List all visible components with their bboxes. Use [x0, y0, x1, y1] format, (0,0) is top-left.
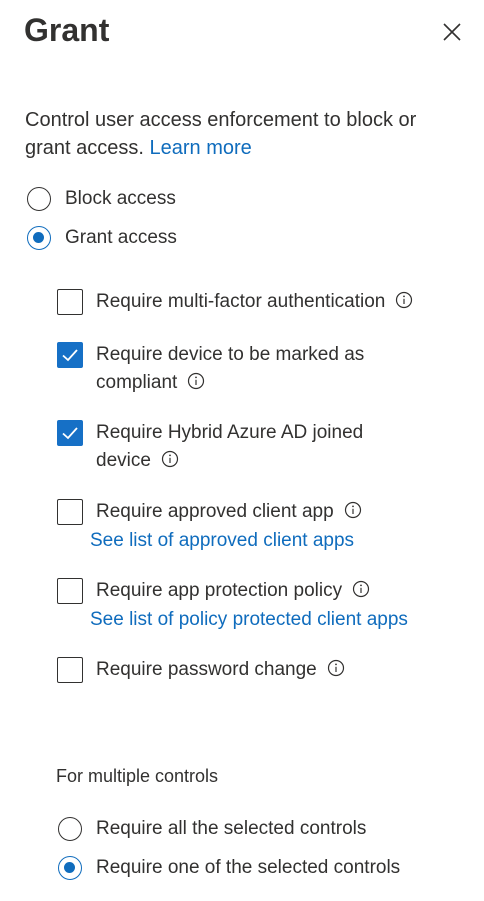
block-access-radio[interactable]: Block access [27, 187, 176, 211]
close-button[interactable] [436, 16, 468, 48]
approved-client-app-checkbox[interactable] [57, 499, 83, 525]
mfa-checkbox[interactable] [57, 289, 83, 315]
app-protection-policy-checkbox[interactable] [57, 578, 83, 604]
checkmark-icon [62, 349, 78, 362]
radio-label: Require one of the selected controls [96, 857, 401, 878]
policy-protected-apps-link[interactable]: See list of policy protected client apps [90, 606, 408, 634]
radio-circle-selected [27, 226, 51, 250]
require-all-radio[interactable]: Require all the selected controls [58, 817, 366, 841]
grant-access-radio[interactable]: Grant access [27, 226, 177, 250]
info-icon[interactable] [344, 501, 362, 519]
control-label: Require device to be marked as compliant [96, 344, 365, 393]
info-icon[interactable] [327, 659, 345, 677]
close-icon [443, 23, 461, 41]
control-label: Require multi-factor authentication [96, 291, 386, 312]
info-icon[interactable] [395, 291, 413, 309]
radio-circle [27, 187, 51, 211]
hybrid-azure-ad-checkbox[interactable] [57, 420, 83, 446]
radio-label: Grant access [65, 227, 177, 248]
checkmark-icon [62, 427, 78, 440]
panel-description: Control user access enforcement to block… [25, 106, 465, 162]
info-icon[interactable] [352, 580, 370, 598]
control-label: Require Hybrid Azure AD joined device [96, 422, 364, 471]
panel-title: Grant [24, 12, 110, 48]
control-label: Require approved client app [96, 501, 334, 522]
radio-circle-selected [58, 856, 82, 880]
radio-label: Require all the selected controls [96, 818, 367, 839]
compliant-device-checkbox[interactable] [57, 342, 83, 368]
info-icon[interactable] [161, 450, 179, 468]
radio-circle [58, 817, 82, 841]
require-one-radio[interactable]: Require one of the selected controls [58, 856, 400, 880]
info-icon[interactable] [187, 372, 205, 390]
approved-client-apps-link[interactable]: See list of approved client apps [90, 527, 354, 555]
password-change-checkbox[interactable] [57, 657, 83, 683]
multiple-controls-heading: For multiple controls [56, 766, 219, 786]
learn-more-link[interactable]: Learn more [150, 137, 252, 159]
control-label: Require app protection policy [96, 580, 343, 601]
control-label: Require password change [96, 659, 317, 680]
radio-label: Block access [65, 188, 176, 209]
